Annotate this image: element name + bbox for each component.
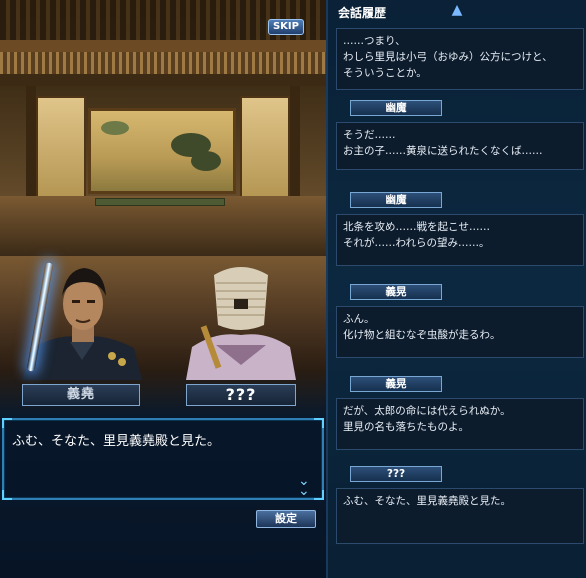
history-speaker: ??? (350, 466, 442, 482)
history-entry: ……つまり、 わしら里見は小弓（おゆみ）公方につけと、 そういうことか。 (336, 28, 584, 90)
up-arrow-icon[interactable]: ▲ (448, 2, 466, 18)
history-entry: ふん。 化け物と組むなぞ虫酸が走るわ。 (336, 306, 584, 358)
double-chevron-down-icon[interactable]: ⌄ ⌄ (298, 474, 310, 498)
history-speaker: 幽魔 (350, 100, 442, 116)
history-line: それが……われらの望み……。 (343, 237, 490, 249)
speaker-nameplate-right: ??? (186, 384, 296, 406)
dialogue-text: ふむ、そなた、里見義堯殿と見た。 (12, 434, 221, 449)
dialogue-box[interactable]: ふむ、そなた、里見義堯殿と見た。 (2, 418, 324, 500)
skip-button[interactable]: SKIP (268, 19, 304, 35)
sliding-door-right (240, 96, 290, 206)
transom-lattice (0, 52, 326, 74)
history-line: そうだ…… (343, 129, 396, 141)
history-entry: だが、太郎の命には代えられぬか。 里見の名も落ちたものよ。 (336, 398, 584, 450)
history-line: だが、太郎の命には代えられぬか。 (343, 405, 511, 417)
history-line: ふん。 (343, 313, 375, 325)
history-line: 里見の名も落ちたものよ。 (343, 421, 469, 433)
speaker-nameplate-left: 義堯 (22, 384, 140, 406)
painted-screen-mural (88, 108, 236, 194)
history-line: そういうことか。 (343, 67, 427, 79)
history-entry: ふむ、そなた、里見義堯殿と見た。 (336, 488, 584, 544)
history-line: ……つまり、 (343, 35, 406, 47)
sliding-door-left (36, 96, 86, 206)
history-line: わしら里見は小弓（おゆみ）公方につけと、 (343, 51, 553, 63)
history-line: 化け物と組むなぞ虫酸が走るわ。 (343, 329, 501, 341)
history-line: ふむ、そなた、里見義堯殿と見た。 (343, 495, 511, 507)
history-line: お主の子……黄泉に送られたくなくば…… (343, 145, 543, 157)
tatami-mat (95, 198, 225, 206)
history-speaker: 義晃 (350, 284, 442, 300)
history-speaker: 義晃 (350, 376, 442, 392)
lintel (0, 40, 326, 52)
history-speaker: 幽魔 (350, 192, 442, 208)
history-entry: 北条を攻め……戦を起こせ…… それが……われらの望み……。 (336, 214, 584, 266)
story-scene: SKIP 義堯 ??? ふむ、そなた、里見義堯殿と見た。 ⌄ ⌄ 設定 (0, 0, 326, 578)
history-line: 北条を攻め……戦を起こせ…… (343, 221, 490, 233)
history-title: 会話履歴 (338, 6, 387, 20)
history-entry: そうだ…… お主の子……黄泉に送られたくなくば…… (336, 122, 584, 170)
beam (0, 74, 326, 86)
conversation-history-panel[interactable]: 会話履歴 ▲ ……つまり、 わしら里見は小弓（おゆみ）公方につけと、 そういうこ… (326, 0, 586, 578)
character-portrait-right (186, 255, 296, 380)
settings-button[interactable]: 設定 (256, 510, 316, 528)
